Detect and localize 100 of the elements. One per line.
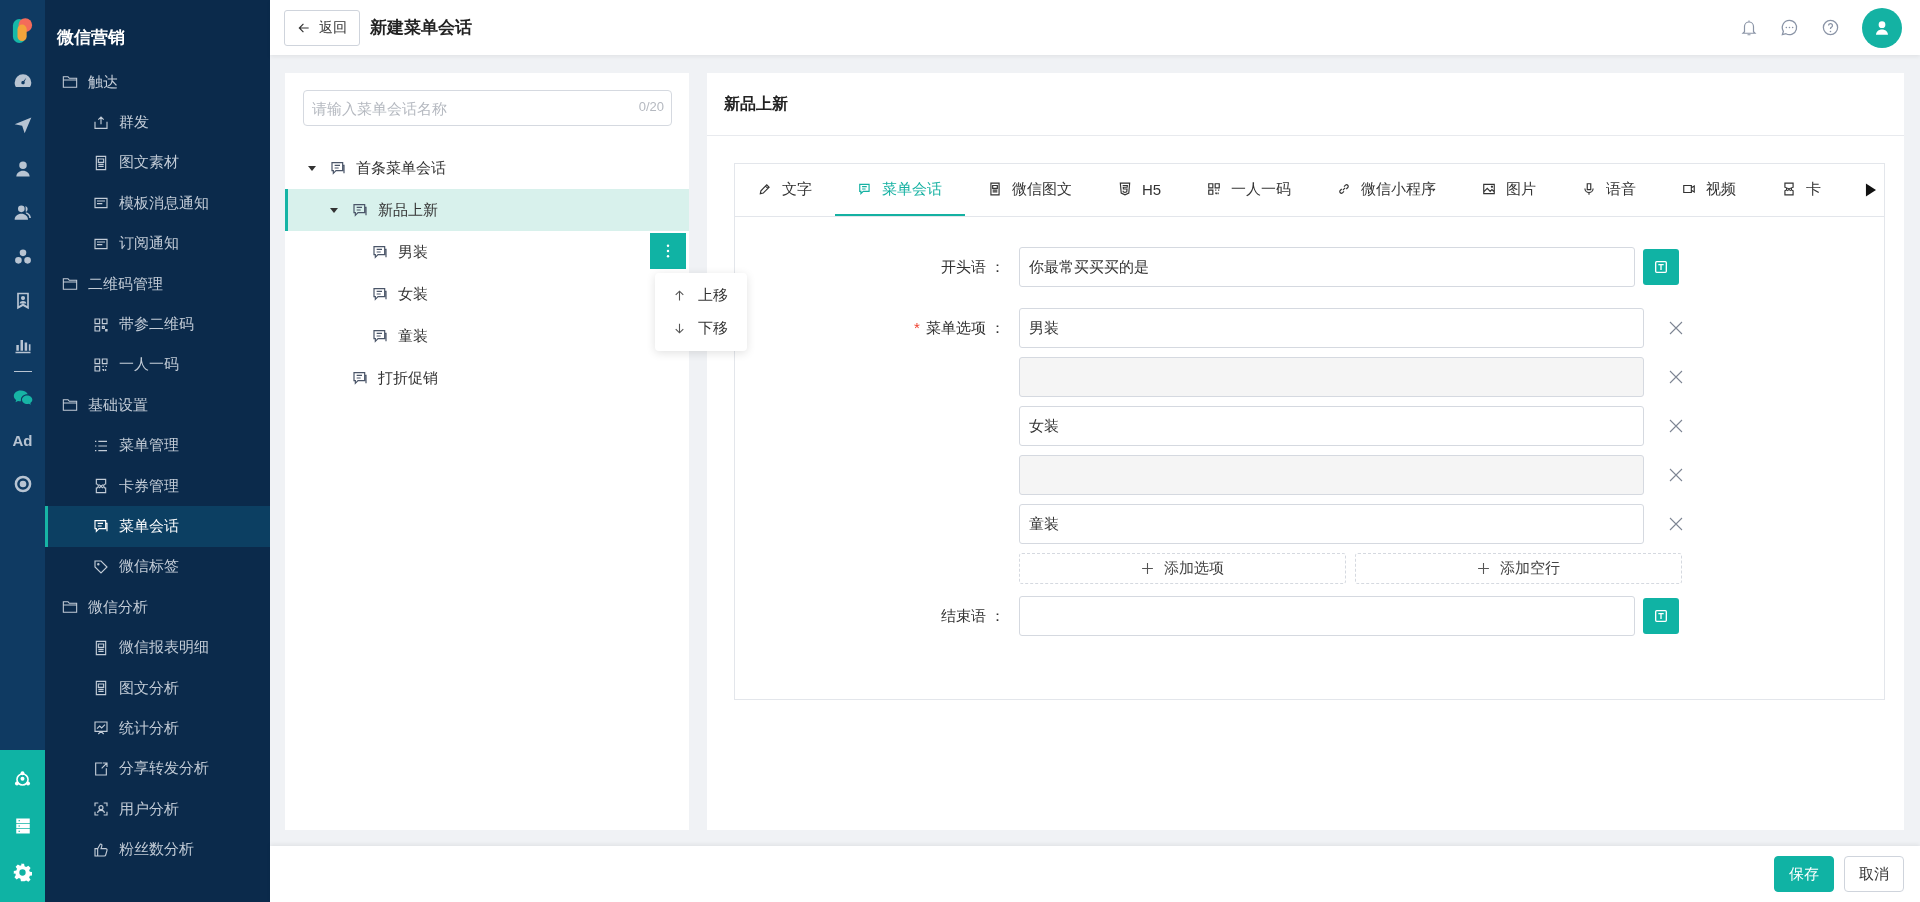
chat-icon: [858, 182, 872, 196]
input-field[interactable]: 童装: [1019, 504, 1644, 544]
group-label: 触达: [88, 72, 118, 92]
server-icon[interactable]: [13, 817, 32, 835]
chat-bubble-icon[interactable]: [1780, 18, 1799, 37]
chat-icon: [93, 518, 109, 535]
sidebar-item[interactable]: 微信标签: [45, 546, 270, 588]
arrow-up-icon: [673, 289, 686, 302]
sidebar-item[interactable]: 一人一码: [45, 344, 270, 386]
avatar[interactable]: [1862, 7, 1902, 48]
tab[interactable]: 卡: [1759, 164, 1845, 216]
document-icon: [93, 680, 109, 697]
close-icon[interactable]: [1668, 516, 1684, 532]
notification-icon[interactable]: [1740, 18, 1758, 37]
sidebar-item[interactable]: 订阅通知: [45, 223, 270, 264]
folder-icon: [62, 599, 78, 616]
sidebar-item[interactable]: 群发: [45, 102, 270, 143]
tree-node[interactable]: 新品上新: [285, 189, 689, 231]
close-icon[interactable]: [1668, 320, 1684, 336]
menu-group[interactable]: 微信分析: [45, 587, 270, 628]
chat-icon: [330, 160, 346, 176]
field-label: 结束语 ：: [939, 606, 1006, 626]
link-icon: [1337, 182, 1352, 196]
node-label: 打折促销: [378, 368, 438, 388]
sidebar-item[interactable]: 用户分析: [45, 789, 270, 830]
node-label: 女装: [398, 284, 428, 304]
document-icon: [93, 639, 109, 656]
network-icon[interactable]: [13, 770, 32, 789]
text-box-icon: [1653, 608, 1669, 624]
group-label: 二维码管理: [88, 274, 163, 294]
cancel-button[interactable]: 取消: [1844, 856, 1904, 892]
input-field[interactable]: 女装: [1019, 406, 1644, 446]
page-title: 新建菜单会话: [370, 17, 472, 39]
cluster-icon[interactable]: [12, 247, 33, 267]
tab[interactable]: 微信小程序: [1314, 164, 1460, 216]
qr-code-icon: [1207, 182, 1222, 196]
ad-link[interactable]: Ad: [12, 431, 33, 451]
close-icon[interactable]: [1668, 418, 1684, 434]
chat-icon: [372, 244, 388, 260]
tree-node[interactable]: 首条菜单会话: [285, 147, 689, 189]
sidebar-item[interactable]: 图文分析: [45, 667, 270, 709]
input-field[interactable]: 你最常买买买的是: [1019, 247, 1635, 287]
chart-board-icon: [93, 720, 109, 737]
html5-icon: [1118, 182, 1132, 196]
panel-title: 新品上新: [707, 73, 1904, 136]
target-icon[interactable]: [12, 474, 33, 494]
plus-icon: [1141, 562, 1154, 575]
tab[interactable]: 微信图文: [965, 164, 1095, 216]
microphone-icon: [1582, 182, 1597, 196]
blank-row-field[interactable]: [1019, 455, 1644, 495]
field-label-text: 菜单选项 ：: [925, 318, 1005, 336]
sidebar-item[interactable]: 分享转发分析: [45, 748, 270, 790]
input-field[interactable]: 男装: [1019, 308, 1644, 348]
folder-icon: [62, 397, 78, 414]
chat-icon: [372, 286, 388, 302]
wechat-icon[interactable]: [12, 388, 33, 408]
ticket-icon: [93, 478, 109, 495]
scroll-right-icon[interactable]: [1865, 183, 1876, 197]
sidebar-item[interactable]: 粉丝数分析: [45, 829, 270, 870]
tab[interactable]: 视频: [1659, 164, 1760, 216]
menu-group[interactable]: 基础设置: [45, 385, 270, 426]
users-icon[interactable]: [12, 203, 33, 223]
node-label: 童装: [398, 326, 428, 346]
sidebar-item[interactable]: 卡券管理: [45, 465, 270, 507]
sidebar-item[interactable]: 带参二维码: [45, 304, 270, 345]
tree-node[interactable]: 打折促销: [285, 357, 689, 399]
chat-icon: [352, 370, 368, 386]
tab[interactable]: 一人一码: [1184, 164, 1315, 216]
tab[interactable]: 文字: [735, 164, 835, 216]
thumbs-up-icon: [93, 841, 109, 858]
tab[interactable]: 语音: [1559, 164, 1660, 216]
more-vertical-icon: [666, 244, 670, 258]
tab[interactable]: 图片: [1459, 164, 1560, 216]
back-button[interactable]: 返回: [284, 9, 360, 46]
close-icon[interactable]: [1668, 369, 1684, 385]
help-icon[interactable]: [1821, 18, 1840, 37]
text-format-button[interactable]: [1643, 249, 1679, 285]
sidebar-item[interactable]: 微信报表明细: [45, 627, 270, 668]
caret-icon[interactable]: [308, 165, 316, 171]
menu-group[interactable]: 触达: [45, 62, 270, 103]
sidebar-item[interactable]: 菜单会话: [45, 506, 270, 547]
group-label: 基础设置: [88, 395, 148, 415]
sidebar-item[interactable]: 菜单管理: [45, 425, 270, 466]
sidebar-item[interactable]: 统计分析: [45, 708, 270, 749]
text-format-button[interactable]: [1643, 598, 1679, 634]
settings-icon[interactable]: [13, 863, 32, 882]
tab[interactable]: H5: [1095, 164, 1185, 216]
caret-icon[interactable]: [330, 207, 338, 213]
add-button[interactable]: 添加空行: [1355, 553, 1682, 584]
blank-row-field[interactable]: [1019, 357, 1644, 397]
group-label: 微信分析: [88, 597, 148, 617]
character-counter: 0/20: [638, 99, 664, 114]
sidebar-item[interactable]: 图文素材: [45, 142, 270, 184]
add-button[interactable]: 添加选项: [1019, 553, 1346, 584]
menu-group[interactable]: 二维码管理: [45, 263, 270, 305]
sidebar-item[interactable]: 模板消息通知: [45, 183, 270, 224]
close-icon[interactable]: [1668, 467, 1684, 483]
folder-icon: [62, 276, 78, 293]
input-field[interactable]: [1019, 596, 1635, 636]
arrow-down-icon: [673, 322, 686, 335]
